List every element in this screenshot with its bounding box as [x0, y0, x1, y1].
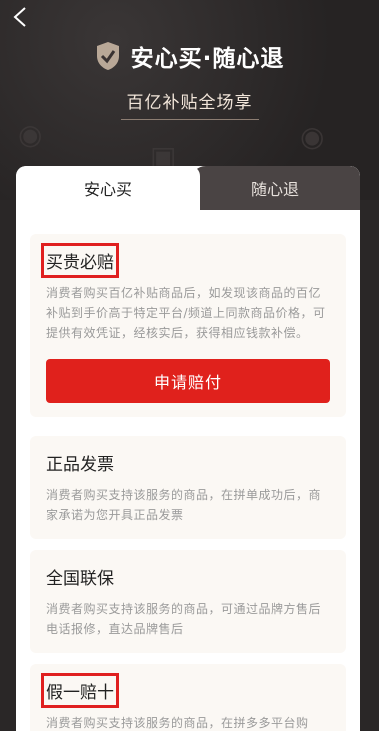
section-title: 买贵必赔 [41, 243, 119, 278]
tab-bar: 安心买 随心退 [16, 166, 360, 210]
section-fake-compensation: 假一赔十 消费者购买支持该服务的商品，在拼多多平台购 [30, 664, 346, 731]
section-desc: 消费者购买支持该服务的商品，可通过品牌方售后电话报修，直达品牌售后 [46, 602, 322, 636]
apply-compensation-button[interactable]: 申请赔付 [46, 359, 330, 403]
camera-icon: ◉ [300, 120, 325, 153]
section-desc: 消费者购买支持该服务的商品，在拼单成功后，商家承诺为您开具正品发票 [46, 488, 322, 522]
section-desc: 消费者购买百亿补贴商品后，如发现该商品的百亿补贴到手价高于特定平台/频道上同款商… [46, 286, 326, 340]
section-title: 正品发票 [46, 455, 114, 475]
subtitle-wrap: 百亿补贴全场享 [0, 88, 379, 120]
section-genuine-invoice: 正品发票 消费者购买支持该服务的商品，在拼单成功后，商家承诺为您开具正品发票 [30, 436, 346, 539]
header-title-row: 安心买·随心退 [0, 36, 379, 76]
section-desc: 消费者购买支持该服务的商品，在拼多多平台购 [46, 716, 309, 730]
shield-check-icon [96, 42, 119, 70]
section-title: 全国联保 [46, 569, 114, 589]
chevron-left-icon [13, 7, 26, 27]
tab-suixintui[interactable]: 随心退 [190, 166, 360, 210]
tab-anxinmai[interactable]: 安心买 [16, 166, 200, 210]
back-button[interactable] [10, 6, 32, 28]
page-subtitle: 百亿补贴全场享 [120, 88, 259, 120]
content-card: 安心买 随心退 买贵必赔 消费者购买百亿补贴商品后，如发现该商品的百亿补贴到手价… [16, 166, 360, 731]
page-title: 安心买·随心退 [130, 46, 285, 72]
camera-icon: ◉ [18, 118, 43, 151]
section-national-warranty: 全国联保 消费者购买支持该服务的商品，可通过品牌方售后电话报修，直达品牌售后 [30, 550, 346, 653]
section-price-guarantee: 买贵必赔 消费者购买百亿补贴商品后，如发现该商品的百亿补贴到手价高于特定平台/频… [30, 234, 346, 417]
section-title: 假一赔十 [41, 673, 119, 708]
